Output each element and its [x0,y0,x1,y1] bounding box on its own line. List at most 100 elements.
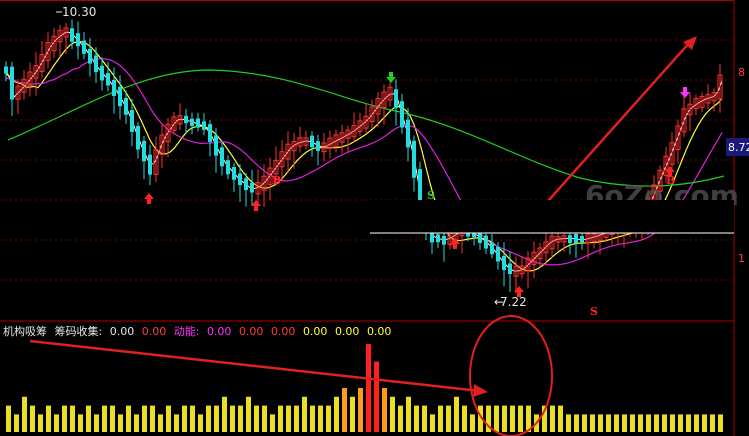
candle-body-95 [574,233,578,244]
indicator-bar-21 [174,414,179,432]
candle-body-36 [220,147,224,167]
ma-yellow-line [5,40,723,272]
indicator-bar-76 [614,414,619,432]
indicator-bar-7 [62,405,67,432]
signal-label-0: B [272,174,281,187]
candle-body-31 [190,118,194,126]
candle-body-21 [130,110,134,132]
last-price-label: 8.72 [728,141,749,154]
candle-body-80 [484,235,488,249]
indicator-bar-28 [230,405,235,432]
indicator-bars [6,344,723,432]
indicator-bar-70 [566,414,571,432]
indicator-bar-24 [198,414,203,432]
indicator-bar-43 [350,396,355,432]
candle-body-20 [124,98,128,115]
candle-body-40 [244,178,248,191]
indicator-bar-0 [6,405,11,432]
candle-body-11 [70,28,74,42]
indicator-item-2: 动能: [173,325,200,338]
indicator-value-1: 0.00 [109,325,135,338]
indicator-bar-1 [14,414,19,432]
indicator-item-1: 筹码收集: [54,325,103,338]
indicator-value-3: 0.00 [206,325,232,338]
low-arrow: ← [494,295,504,309]
candle-body-24 [148,154,152,175]
indicator-bar-64 [518,405,523,432]
indicator-bar-48 [390,396,395,432]
candle-body-33 [202,121,206,130]
indicator-bar-31 [254,405,259,432]
indicator-bar-73 [590,414,595,432]
candle-body-34 [208,124,212,142]
indicator-bar-4 [38,414,43,432]
candle-body-68 [412,140,416,178]
indicator-bar-41 [334,396,339,432]
indicator-bar-82 [662,414,667,432]
price-labels: 10.30 7.22 ← 8.72 8 1 [56,5,749,309]
axis-tick-1: 1 [738,252,745,265]
indicator-bar-56 [454,396,459,432]
indicator-bar-58 [470,414,475,432]
indicator-bar-61 [494,405,499,432]
indicator-bar-26 [214,405,219,432]
candle-body-16 [100,65,104,81]
candle-body-96 [580,236,584,243]
candle-body-0 [4,66,8,74]
indicator-bar-86 [694,414,699,432]
indicator-legend: 机构吸筹 筹码收集: 0.00 0.00 动能: 0.00 0.00 0.00 … [3,324,395,340]
candle-body-73 [442,235,446,245]
candle-body-39 [238,173,242,186]
indicator-bar-89 [718,414,723,432]
indicator-bar-23 [190,405,195,432]
sell-arrow-0 [386,72,396,83]
candle-body-23 [142,140,146,162]
candle-body-19 [118,86,122,107]
indicator-value-2: 0.00 [141,325,167,338]
candle-body-65 [394,89,398,109]
indicator-bar-68 [550,405,555,432]
indicator-bar-77 [622,414,627,432]
indicator-bar-84 [678,414,683,432]
indicator-bar-69 [558,405,563,432]
indicator-bar-11 [94,414,99,432]
ma-white-line [5,31,723,272]
indicator-bar-53 [430,414,435,432]
indicator-bar-8 [70,405,75,432]
candle-body-41 [250,182,254,193]
candle-body-1 [10,66,14,100]
indicator-bar-40 [326,405,331,432]
indicator-bar-45 [366,344,371,432]
candle-body-67 [406,119,410,148]
indicator-bar-22 [182,405,187,432]
indicator-bar-80 [646,414,651,432]
candle-body-38 [232,167,236,180]
candle-body-18 [112,79,116,96]
indicator-bar-37 [302,396,307,432]
candle-body-22 [136,125,140,150]
candle-body-14 [88,48,92,64]
axis-tick-8: 8 [738,66,745,79]
high-label: 10.30 [62,5,96,19]
indicator-value-4: 0.00 [238,325,264,338]
candle-body-37 [226,160,230,175]
indicator-value-7: 0.00 [334,325,360,338]
candle-body-32 [196,118,200,128]
candle-body-82 [496,246,500,262]
pointer-arrow [29,339,488,397]
indicator-bar-78 [630,414,635,432]
indicator-bar-75 [606,414,611,432]
indicator-bar-42 [342,388,347,432]
candle-body-94 [568,235,572,244]
indicator-bar-85 [686,414,691,432]
indicator-bar-16 [134,414,139,432]
indicator-bar-33 [270,414,275,432]
indicator-bar-49 [398,405,403,432]
indicator-bar-79 [638,414,643,432]
indicator-bar-15 [126,405,131,432]
indicator-bar-32 [262,405,267,432]
indicator-bar-30 [246,396,251,432]
indicator-bar-71 [574,414,579,432]
indicator-bar-47 [382,388,387,432]
indicator-bar-19 [158,414,163,432]
